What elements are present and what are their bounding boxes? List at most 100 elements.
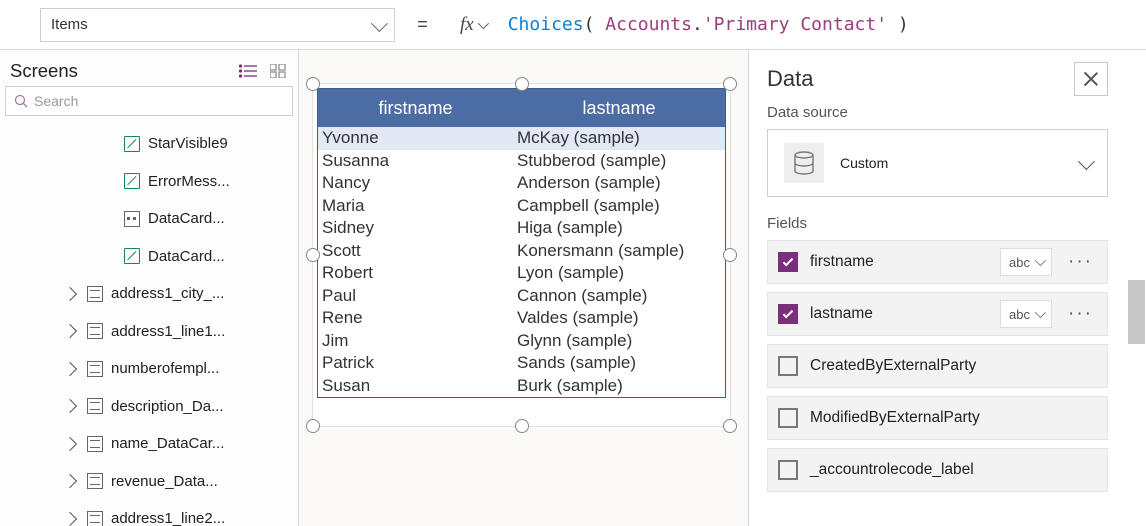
resize-handle[interactable]	[723, 77, 737, 91]
table-cell: Glynn (sample)	[517, 331, 725, 351]
tree-item-datacard[interactable]: description_Da...	[0, 388, 298, 426]
table-row[interactable]: SidneyHiga (sample)	[318, 217, 725, 240]
list-view-icon[interactable]	[239, 64, 257, 78]
table-cell: Campbell (sample)	[517, 196, 725, 216]
property-dropdown[interactable]: Items	[40, 8, 395, 42]
panel-title: Screens	[10, 60, 78, 82]
form-icon	[87, 436, 103, 452]
table-row[interactable]: MariaCampbell (sample)	[318, 195, 725, 218]
tree-item-datacard[interactable]: address1_city_...	[0, 275, 298, 313]
field-row[interactable]: _accountrolecode_label	[767, 448, 1108, 492]
field-row[interactable]: firstnameabc···	[767, 240, 1108, 284]
resize-handle[interactable]	[306, 77, 320, 91]
tree-leaf[interactable]: DataCard...	[0, 238, 298, 276]
tree-item-label: name_DataCar...	[111, 435, 224, 452]
table-cell: Maria	[322, 196, 517, 216]
tree-item-datacard[interactable]: address1_line2...	[0, 500, 298, 526]
table-cell: Susanna	[322, 151, 517, 171]
checkbox[interactable]	[778, 252, 798, 272]
table-cell: Lyon (sample)	[517, 263, 725, 283]
table-cell: Paul	[322, 286, 517, 306]
table-cell: Sands (sample)	[517, 353, 725, 373]
tree-leaf-label: StarVisible9	[148, 135, 228, 152]
tree-item-datacard[interactable]: numberofempl...	[0, 350, 298, 388]
table-cell: Yvonne	[322, 128, 517, 148]
property-dropdown-value: Items	[51, 16, 88, 33]
form-icon	[87, 323, 103, 339]
fx-button[interactable]: fx	[450, 14, 496, 36]
scrollbar[interactable]	[1126, 50, 1146, 526]
section-label: Fields	[767, 215, 1108, 232]
table-cell: Rene	[322, 308, 517, 328]
section-label: Data source	[767, 104, 1108, 121]
tree-leaf[interactable]: DataCard...	[0, 200, 298, 238]
resize-handle[interactable]	[515, 77, 529, 91]
field-row[interactable]: ModifiedByExternalParty	[767, 396, 1108, 440]
search-icon	[14, 94, 28, 108]
table-row[interactable]: YvonneMcKay (sample)	[318, 127, 725, 150]
checkbox[interactable]	[778, 304, 798, 324]
table-body: YvonneMcKay (sample)SusannaStubberod (sa…	[318, 127, 725, 397]
table-row[interactable]: PatrickSands (sample)	[318, 352, 725, 375]
table-row[interactable]: NancyAnderson (sample)	[318, 172, 725, 195]
field-label: _accountrolecode_label	[810, 461, 1097, 479]
scrollbar-thumb[interactable]	[1128, 280, 1145, 344]
tree-item-label: address1_city_...	[111, 285, 224, 302]
form-icon	[87, 398, 103, 414]
table-cell: Susan	[322, 376, 517, 396]
expand-icon	[63, 399, 77, 413]
data-source-selector[interactable]: Custom	[767, 129, 1108, 197]
resize-handle[interactable]	[723, 248, 737, 262]
table-row[interactable]: SusannaStubberod (sample)	[318, 150, 725, 173]
table-row[interactable]: RobertLyon (sample)	[318, 262, 725, 285]
table-row[interactable]: ScottKonersmann (sample)	[318, 240, 725, 263]
resize-handle[interactable]	[723, 419, 737, 433]
chevron-down-icon	[477, 17, 488, 28]
tree-item-label: revenue_Data...	[111, 473, 218, 490]
table-cell: Sidney	[322, 218, 517, 238]
card-icon	[124, 211, 140, 227]
search-placeholder: Search	[34, 93, 78, 109]
tree-leaf[interactable]: StarVisible9	[0, 125, 298, 163]
datatable-control[interactable]: firstname lastname YvonneMcKay (sample)S…	[312, 83, 731, 427]
edit-icon	[124, 248, 140, 264]
resize-handle[interactable]	[306, 248, 320, 262]
table-row[interactable]: PaulCannon (sample)	[318, 285, 725, 308]
field-row[interactable]: lastnameabc···	[767, 292, 1108, 336]
tree-item-datacard[interactable]: revenue_Data...	[0, 463, 298, 501]
expand-icon	[63, 474, 77, 488]
more-options[interactable]: ···	[1064, 251, 1097, 273]
canvas-area[interactable]: firstname lastname YvonneMcKay (sample)S…	[299, 50, 748, 526]
table-row[interactable]: ReneValdes (sample)	[318, 307, 725, 330]
tree-item-datacard[interactable]: address1_line1...	[0, 313, 298, 351]
tree-leaf-label: ErrorMess...	[148, 173, 230, 190]
formula-input[interactable]: Choices( Accounts.'Primary Contact' )	[496, 14, 1146, 35]
field-row[interactable]: CreatedByExternalParty	[767, 344, 1108, 388]
column-header[interactable]: firstname	[318, 98, 513, 119]
data-panel: Data Data source Custom Fields firstname…	[748, 50, 1126, 526]
checkbox[interactable]	[778, 408, 798, 428]
resize-handle[interactable]	[306, 419, 320, 433]
database-icon	[784, 143, 824, 183]
table-header-row: firstname lastname	[318, 89, 725, 127]
table-row[interactable]: SusanBurk (sample)	[318, 375, 725, 398]
data-source-value: Custom	[840, 155, 888, 171]
resize-handle[interactable]	[515, 419, 529, 433]
more-options[interactable]: ···	[1064, 303, 1097, 325]
checkbox[interactable]	[778, 356, 798, 376]
type-selector[interactable]: abc	[1000, 300, 1052, 328]
column-header[interactable]: lastname	[513, 98, 725, 119]
table-cell: Nancy	[322, 173, 517, 193]
table-cell: Stubberod (sample)	[517, 151, 725, 171]
search-input[interactable]: Search	[5, 86, 293, 116]
close-button[interactable]	[1074, 62, 1108, 96]
table-cell: Konersmann (sample)	[517, 241, 725, 261]
table-cell: Burk (sample)	[517, 376, 725, 396]
tree-item-datacard[interactable]: name_DataCar...	[0, 425, 298, 463]
checkbox[interactable]	[778, 460, 798, 480]
tree-leaf[interactable]: ErrorMess...	[0, 163, 298, 201]
table-row[interactable]: JimGlynn (sample)	[318, 330, 725, 353]
grid-view-icon[interactable]	[270, 64, 286, 78]
type-selector[interactable]: abc	[1000, 248, 1052, 276]
chevron-down-icon	[371, 15, 388, 32]
